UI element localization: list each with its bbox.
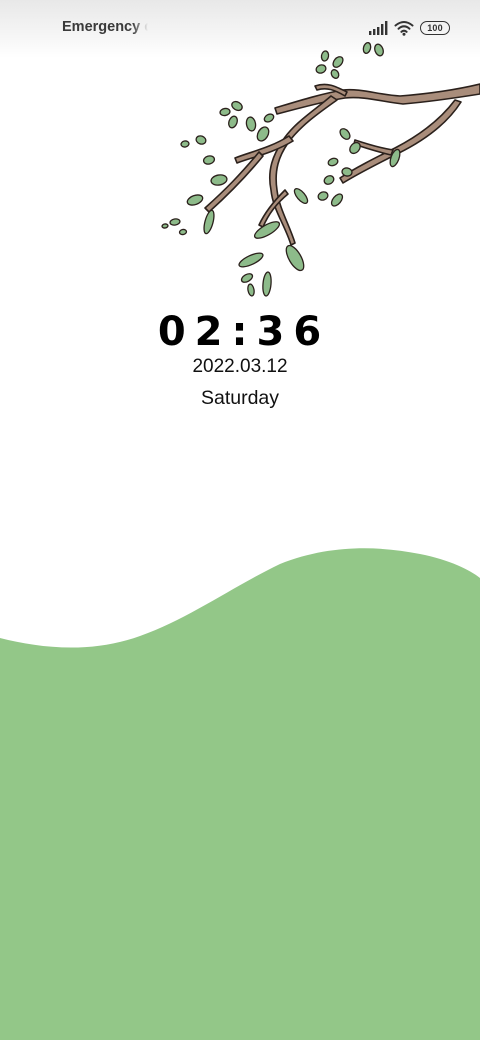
- signal-icon: [369, 21, 388, 35]
- lock-screen-date: 2022.03.12: [192, 356, 288, 377]
- carrier-status-text: Emergency calls only: [62, 19, 148, 35]
- wifi-icon: [394, 21, 414, 36]
- battery-level: 100: [427, 23, 443, 33]
- lock-screen: Emergency calls only 100: [0, 0, 480, 1040]
- green-hill-wallpaper: [0, 548, 480, 1040]
- battery-icon: 100: [420, 21, 450, 35]
- tree-branch-illustration: [161, 41, 480, 297]
- lock-screen-weekday: Saturday: [200, 387, 280, 409]
- status-icons: 100: [369, 18, 450, 38]
- lock-screen-clock: 02:36: [157, 309, 331, 355]
